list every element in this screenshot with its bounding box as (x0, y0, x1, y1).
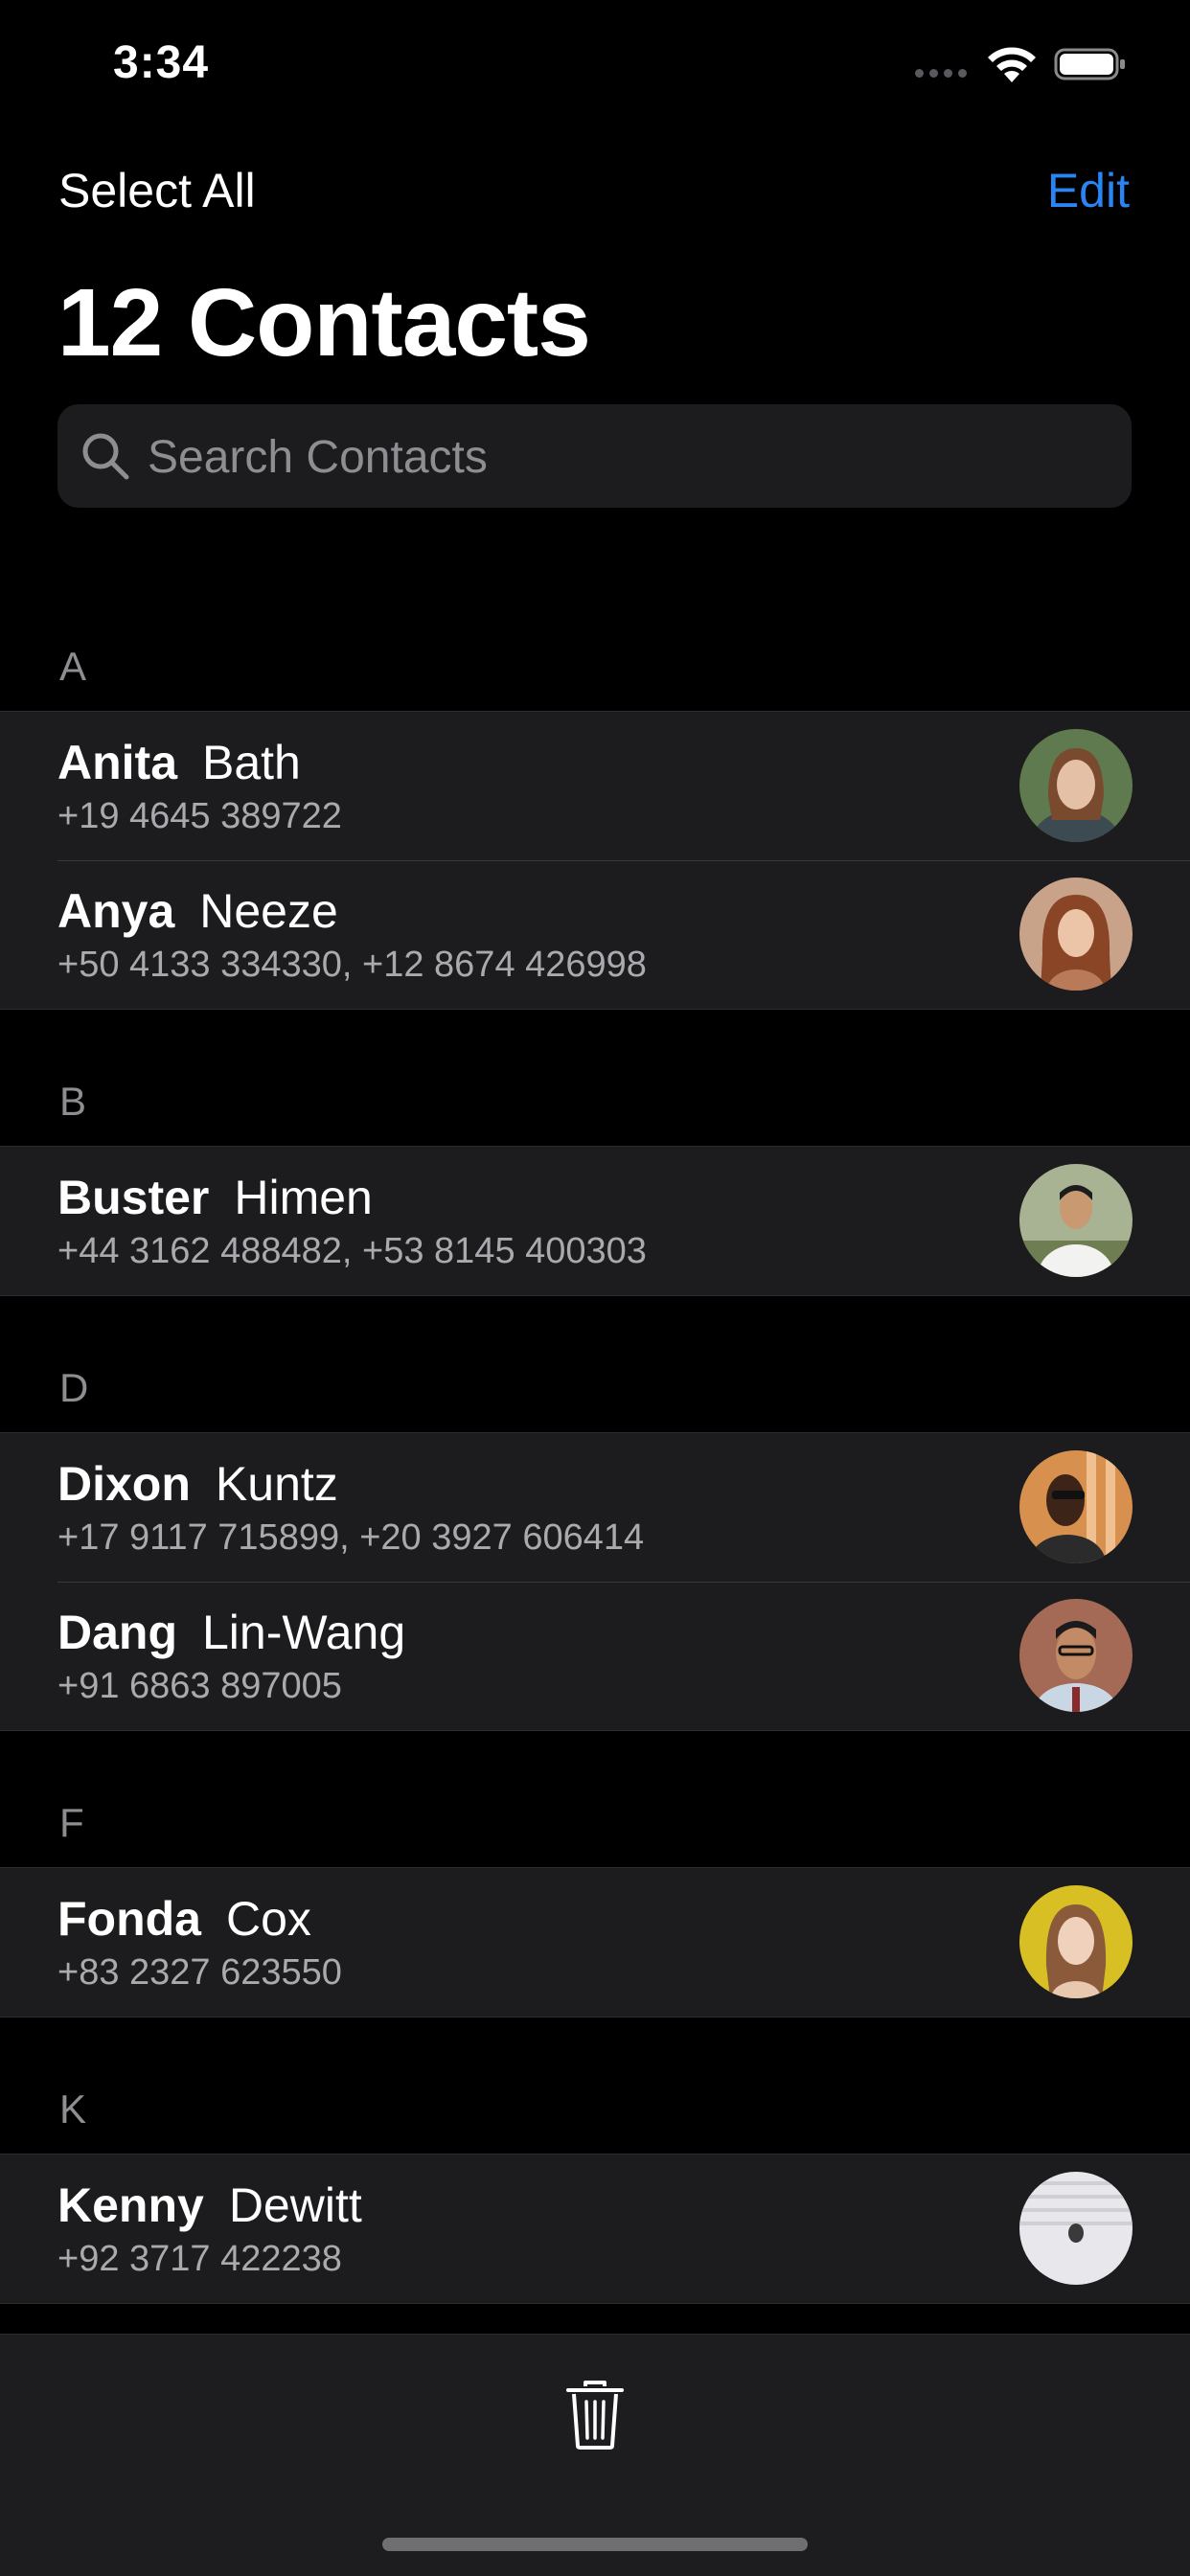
avatar (1019, 1599, 1133, 1712)
contact-name: Kenny Dewitt (57, 2177, 362, 2233)
contact-name: Fonda Cox (57, 1891, 311, 1947)
select-all-button[interactable]: Select All (58, 163, 256, 218)
section-letter: D (59, 1365, 89, 1410)
contact-first-name: Dang (57, 1606, 177, 1659)
contact-name: Dang Lin-Wang (57, 1605, 405, 1660)
search-input[interactable] (146, 404, 1088, 510)
contact-row[interactable]: Anya Neeze +50 4133 334330, +12 8674 4269… (0, 860, 1190, 1009)
avatar (1019, 1164, 1133, 1277)
contact-last-name: Lin-Wang (202, 1606, 406, 1659)
page-title: 12 Contacts (57, 269, 591, 376)
bottom-toolbar (0, 2334, 1190, 2576)
cellular-signal-icon (915, 69, 967, 78)
section-b: B Buster Himen +44 3162 488482, +53 8145 … (0, 1010, 1190, 1296)
section-header: B (0, 1010, 1190, 1146)
contact-first-name: Buster (57, 1171, 210, 1224)
section-letter: A (59, 644, 87, 689)
contact-last-name: Neeze (199, 884, 338, 938)
search-bar[interactable] (57, 404, 1132, 510)
contact-group: Dixon Kuntz +17 9117 715899, +20 3927 606… (0, 1432, 1190, 1731)
avatar (1019, 1885, 1133, 1998)
contact-phones: +83 2327 623550 (57, 1952, 342, 1993)
section-letter: F (59, 1800, 84, 1845)
contact-phones: +92 3717 422238 (57, 2239, 342, 2279)
contact-row[interactable]: Fonda Cox +83 2327 623550 (0, 1868, 1190, 2017)
contact-row[interactable]: Kenny Dewitt +92 3717 422238 (0, 2154, 1190, 2303)
contact-last-name: Kuntz (215, 1457, 338, 1511)
contact-group: Kenny Dewitt +92 3717 422238 (0, 2154, 1190, 2304)
section-f: F Fonda Cox +83 2327 623550 (0, 1731, 1190, 2017)
contact-row[interactable]: Dixon Kuntz +17 9117 715899, +20 3927 606… (0, 1433, 1190, 1582)
contact-name: Anita Bath (57, 735, 301, 790)
contact-first-name: Kenny (57, 2178, 204, 2232)
contact-group: Buster Himen +44 3162 488482, +53 8145 40… (0, 1146, 1190, 1296)
contact-first-name: Anita (57, 736, 177, 789)
avatar (1019, 729, 1133, 842)
contact-phones: +91 6863 897005 (57, 1666, 342, 1706)
battery-icon (1054, 48, 1125, 80)
search-icon (82, 433, 129, 480)
contact-phones: +17 9117 715899, +20 3927 606414 (57, 1517, 645, 1558)
contacts-list: A Anita Bath +19 4645 389722 Anya Neeze +5… (0, 575, 1190, 2304)
contact-name: Anya Neeze (57, 883, 338, 939)
trash-icon[interactable] (564, 2379, 626, 2451)
contact-first-name: Fonda (57, 1892, 201, 1946)
section-header: D (0, 1296, 1190, 1432)
section-header: K (0, 2017, 1190, 2154)
section-header: A (0, 575, 1190, 711)
contact-phones: +19 4645 389722 (57, 796, 342, 836)
contact-row[interactable]: Anita Bath +19 4645 389722 (0, 712, 1190, 860)
contact-first-name: Dixon (57, 1457, 191, 1511)
status-time: 3:34 (113, 37, 210, 88)
contact-phones: +44 3162 488482, +53 8145 400303 (57, 1231, 647, 1271)
section-letter: B (59, 1079, 87, 1124)
wifi-icon (988, 47, 1036, 82)
contact-group: Anita Bath +19 4645 389722 Anya Neeze +50 … (0, 711, 1190, 1010)
section-header: F (0, 1731, 1190, 1867)
avatar (1019, 878, 1133, 991)
contact-name: Buster Himen (57, 1170, 373, 1225)
section-d: D Dixon Kuntz +17 9117 715899, +20 3927 6… (0, 1296, 1190, 1731)
contact-row[interactable]: Buster Himen +44 3162 488482, +53 8145 40… (0, 1147, 1190, 1295)
contact-group: Fonda Cox +83 2327 623550 (0, 1867, 1190, 2017)
section-a: A Anita Bath +19 4645 389722 Anya Neeze +5… (0, 575, 1190, 1010)
contact-last-name: Bath (202, 736, 301, 789)
contact-phones: +50 4133 334330, +12 8674 426998 (57, 945, 647, 985)
section-letter: K (59, 2086, 87, 2131)
home-indicator (382, 2538, 808, 2551)
edit-button[interactable]: Edit (1047, 163, 1130, 218)
contact-last-name: Dewitt (228, 2178, 362, 2232)
avatar (1019, 2172, 1133, 2285)
contact-last-name: Himen (234, 1171, 373, 1224)
section-k: K Kenny Dewitt +92 3717 422238 (0, 2017, 1190, 2304)
contact-row[interactable]: Dang Lin-Wang +91 6863 897005 (0, 1582, 1190, 1730)
contact-first-name: Anya (57, 884, 175, 938)
avatar (1019, 1450, 1133, 1563)
contact-last-name: Cox (225, 1892, 311, 1946)
status-bar: 3:34 (0, 0, 1190, 125)
contact-name: Dixon Kuntz (57, 1456, 338, 1512)
